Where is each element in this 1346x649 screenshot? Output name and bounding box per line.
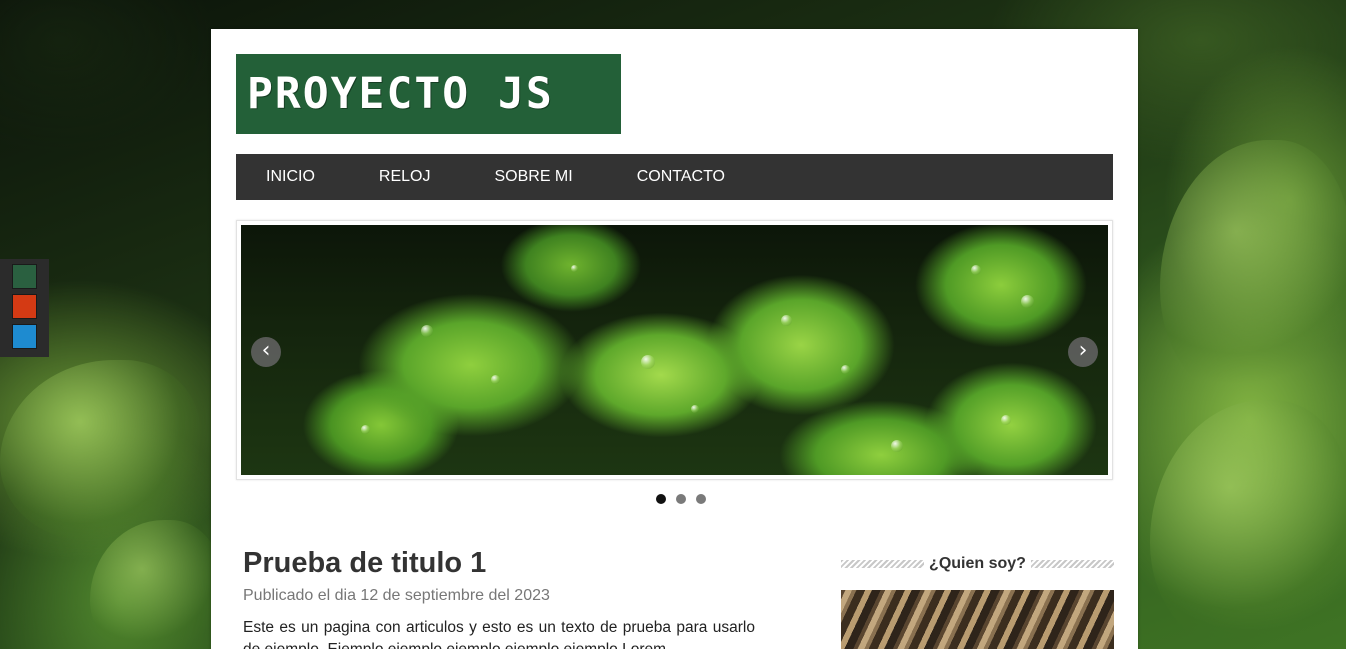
water-drop bbox=[691, 405, 699, 413]
nav-item-contacto[interactable]: CONTACTO bbox=[637, 168, 725, 186]
slider-dot-3[interactable] bbox=[695, 494, 706, 504]
nav-item-inicio[interactable]: INICIO bbox=[266, 168, 315, 186]
page-container: PROYECTO JS INICIO RELOJ SOBRE MI CONTAC… bbox=[211, 29, 1138, 649]
heading-stripe-left bbox=[841, 560, 925, 568]
theme-swatch-red[interactable] bbox=[12, 294, 37, 319]
water-drop bbox=[891, 440, 903, 452]
water-drop bbox=[841, 365, 850, 374]
main-nav: INICIO RELOJ SOBRE MI CONTACTO bbox=[236, 154, 1113, 200]
heading-stripe-right bbox=[1030, 560, 1114, 568]
nav-item-reloj[interactable]: RELOJ bbox=[379, 168, 431, 186]
background-leaf bbox=[90, 520, 220, 649]
water-drop bbox=[571, 265, 578, 272]
water-drop bbox=[1021, 295, 1034, 308]
background-leaf bbox=[1150, 400, 1346, 649]
water-drop bbox=[1001, 415, 1011, 425]
widget-title-label: ¿Quien soy? bbox=[929, 555, 1026, 572]
slider-dot-2[interactable] bbox=[675, 494, 686, 504]
slide-image-leaves: ‹ › bbox=[241, 225, 1108, 475]
water-drop bbox=[971, 265, 981, 275]
water-drop bbox=[781, 315, 792, 326]
water-drop bbox=[491, 375, 500, 384]
about-image bbox=[841, 590, 1114, 649]
theme-swatch-green[interactable] bbox=[12, 264, 37, 289]
site-logo-text: PROYECTO JS bbox=[247, 69, 554, 119]
article: Prueba de titulo 1 Publicado el dia 12 d… bbox=[243, 544, 755, 649]
image-slider: ‹ › bbox=[236, 220, 1113, 480]
background-leaf bbox=[0, 360, 200, 540]
article-body: Este es un pagina con articulos y esto e… bbox=[243, 619, 755, 649]
article-title[interactable]: Prueba de titulo 1 bbox=[243, 544, 755, 582]
slider-dot-1[interactable] bbox=[655, 494, 666, 504]
article-date: Publicado el dia 12 de septiembre del 20… bbox=[243, 587, 550, 604]
widget-heading: ¿Quien soy? bbox=[841, 553, 1114, 575]
site-logo[interactable]: PROYECTO JS bbox=[236, 54, 621, 134]
slider-next-button[interactable]: › bbox=[1068, 337, 1098, 367]
slider-pagination bbox=[211, 494, 1138, 504]
nav-item-sobre-mi[interactable]: SOBRE MI bbox=[494, 168, 572, 186]
water-drop bbox=[361, 425, 370, 434]
sidebar: ¿Quien soy? bbox=[841, 553, 1114, 649]
water-drop bbox=[421, 325, 433, 337]
background-leaf bbox=[1160, 140, 1346, 400]
slider-prev-button[interactable]: ‹ bbox=[251, 337, 281, 367]
theme-swatch-blue[interactable] bbox=[12, 324, 37, 349]
theme-switcher bbox=[0, 259, 49, 357]
water-drop bbox=[641, 355, 655, 369]
